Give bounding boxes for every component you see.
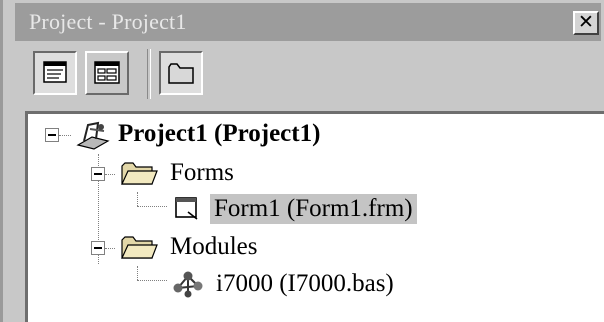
- tree-item-project[interactable]: Project1 (Project1): [118, 119, 320, 149]
- tree-item-module-i7000[interactable]: i7000 (I7000.bas): [216, 269, 394, 299]
- toggle-folders-icon: [168, 63, 194, 84]
- tree-line: [137, 280, 167, 281]
- tree-line: [137, 206, 167, 207]
- toolbar-separator: [147, 49, 151, 99]
- tree-item-form1[interactable]: Form1 (Form1.frm): [210, 194, 417, 224]
- close-icon: ✕: [578, 11, 594, 33]
- tree-item-forms[interactable]: Forms: [170, 158, 234, 188]
- tree-item-modules[interactable]: Modules: [170, 232, 258, 262]
- project-icon: [76, 121, 110, 150]
- tree-line: [105, 248, 115, 249]
- toolbar: [15, 41, 601, 111]
- folder-icon: [121, 162, 158, 185]
- view-code-button[interactable]: [33, 51, 77, 95]
- view-object-icon: [94, 61, 120, 84]
- view-code-icon: [43, 61, 67, 83]
- close-button[interactable]: ✕: [573, 11, 599, 35]
- module-icon: [173, 271, 203, 298]
- project-tree: Project1 (Project1) Forms Form1 (Form1.f…: [25, 111, 604, 322]
- forms-collapse-toggle[interactable]: [91, 167, 105, 181]
- title-bar[interactable]: Project - Project1 ✕: [15, 3, 601, 41]
- project-collapse-toggle[interactable]: [45, 128, 59, 142]
- toggle-folders-button[interactable]: [159, 51, 203, 95]
- form-icon: [175, 197, 198, 220]
- tree-line: [105, 174, 115, 175]
- tree-line: [137, 192, 138, 206]
- view-object-button[interactable]: [85, 51, 129, 95]
- project-explorer-window: Project - Project1 ✕ Project1 (Project1)…: [0, 0, 604, 322]
- tree-line: [137, 266, 138, 280]
- window-title: Project - Project1: [29, 9, 187, 34]
- tree-line: [59, 135, 71, 136]
- folder-icon: [121, 236, 158, 259]
- modules-collapse-toggle[interactable]: [91, 241, 105, 255]
